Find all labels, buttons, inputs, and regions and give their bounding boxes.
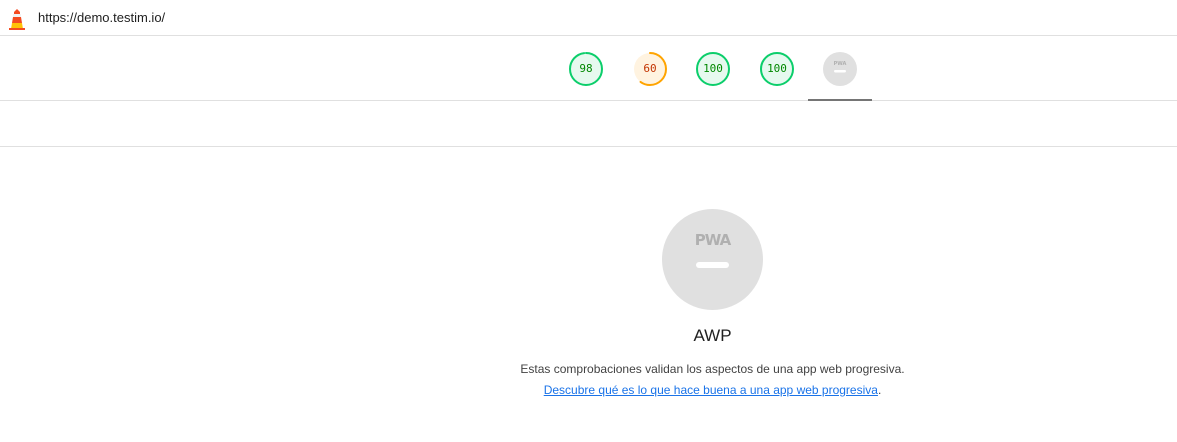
category-title: AWP [693, 326, 732, 345]
category-learn-more: Descubre qué es lo que hace buena a una … [450, 383, 975, 397]
report-url[interactable]: https://demo.testim.io/ [38, 10, 165, 25]
gauge-score: 100 [703, 62, 723, 75]
gauge-score: 60 [643, 62, 657, 75]
report-topbar: https://demo.testim.io/ [0, 0, 1177, 36]
active-tab-indicator [808, 99, 872, 101]
learn-more-link[interactable]: Descubre qué es lo que hace buena a una … [544, 383, 878, 397]
pwa-badge-letters: PWA [694, 231, 731, 249]
gauge-performance[interactable]: 98 [568, 51, 604, 87]
lighthouse-logo-icon [9, 9, 25, 30]
pwa-badge-dash [696, 262, 729, 268]
gauge-score: 98 [579, 62, 593, 75]
pwa-badge-letters: PWA [834, 61, 847, 67]
category-description: Estas comprobaciones validan los aspecto… [520, 362, 905, 376]
pwa-category-badge-icon: PWA [662, 209, 763, 310]
gauge-best-practices[interactable]: 100 [695, 51, 731, 87]
gauge-accessibility[interactable]: 60 [632, 51, 668, 87]
gauge-pwa[interactable]: PWA [822, 51, 858, 87]
score-gauges-bar: 98 60 100 100 PWA [0, 37, 1177, 101]
divider [0, 146, 1177, 147]
pwa-badge-icon: PWA [823, 52, 857, 86]
gauge-seo[interactable]: 100 [759, 51, 795, 87]
learn-more-suffix: . [877, 383, 882, 397]
gauge-score: 100 [767, 62, 787, 75]
